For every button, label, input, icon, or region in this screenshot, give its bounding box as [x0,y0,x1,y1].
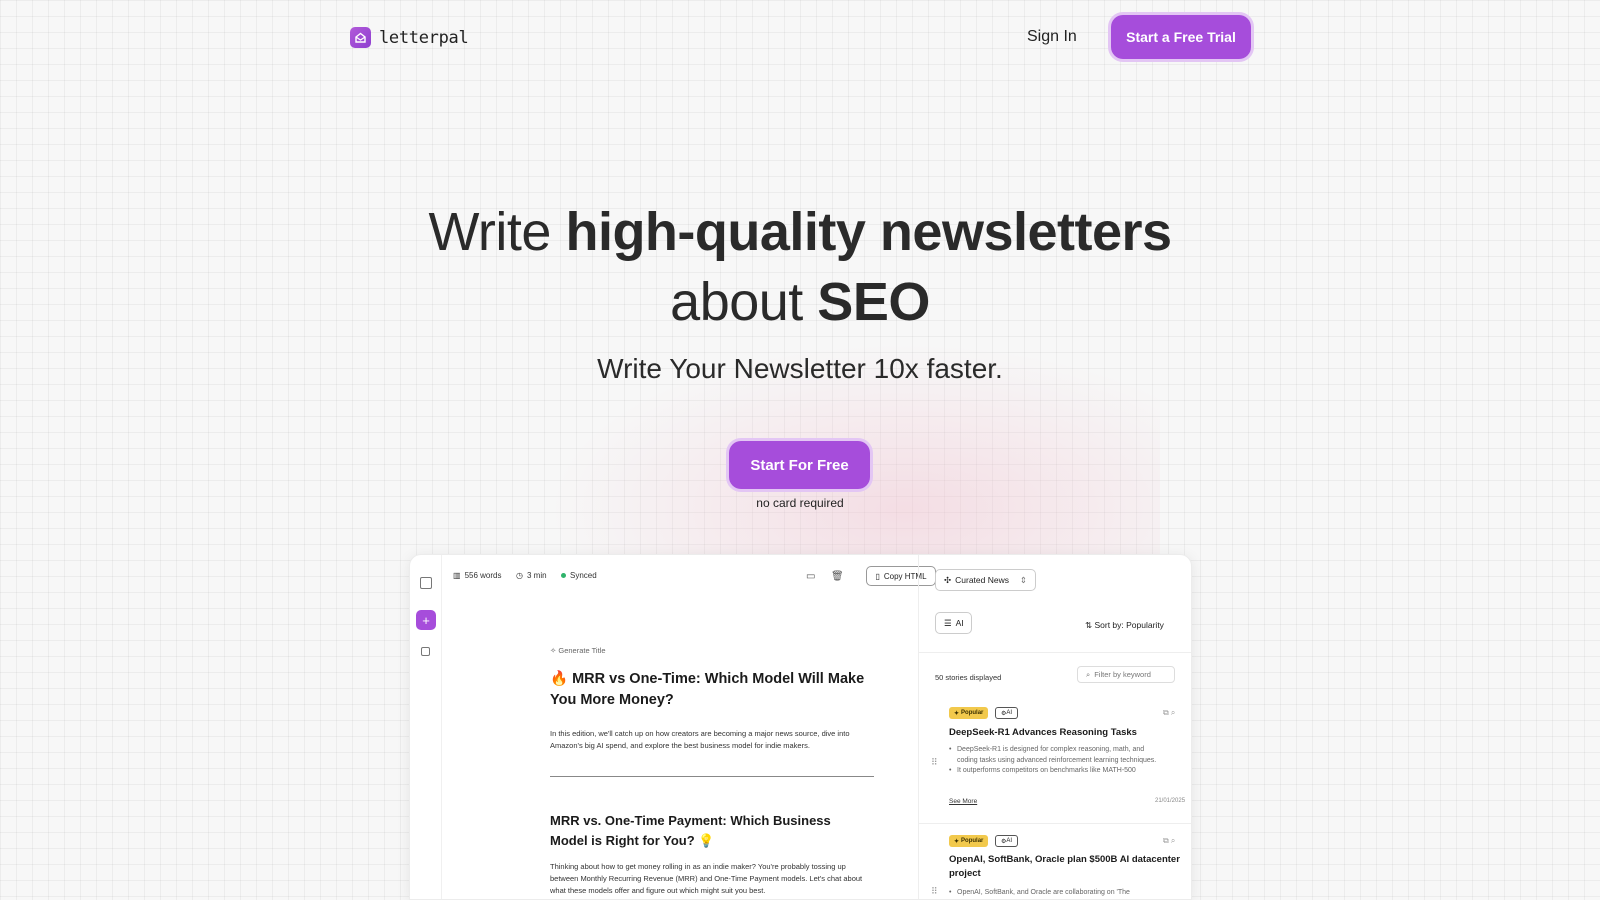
section-heading[interactable]: MRR vs. One-Time Payment: Which Business… [550,811,860,851]
panel-divider [919,652,1191,653]
story-bullet: It outperforms competitors on benchmarks… [949,766,1164,777]
popular-badge: ✦ Popular [949,707,989,719]
start-free-trial-button[interactable]: Start a Free Trial [1111,15,1251,59]
headline-bold-1: high-quality newsletters [565,202,1172,262]
badge-label: Popular [961,710,984,716]
left-rail: + [410,555,442,899]
drag-handle-icon[interactable]: ⠿ [931,886,938,897]
document-icon: ▯ [875,571,880,581]
keyword-filter-input[interactable]: ⌕ Filter by keyword [1077,666,1175,683]
read-time-label: 3 min [526,571,547,580]
sort-label: Sort by: Popularity [1094,620,1164,630]
ai-tag: ⚙ AI [995,835,1019,847]
chevron-updown-icon: ⇕ [1019,574,1027,585]
generate-title-button[interactable]: ✧ Generate Title [550,646,605,655]
hero-headline: Write high-quality newsletters about SEO [0,197,1600,337]
logo-mark-icon [350,27,371,48]
tag-label: AI [1006,710,1013,716]
words-icon: ▥ [453,571,461,580]
story-bullets: DeepSeek-R1 is designed for complex reas… [949,745,1164,777]
story-divider [919,823,1191,824]
topic-label: AI [955,618,964,628]
story-bullet: OpenAI, SoftBank, and Oracle are collabo… [949,888,1164,899]
story-bullet: DeepSeek-R1 is designed for complex reas… [949,745,1164,766]
hero-headline-block: Write high-quality newsletters about SEO [0,197,1600,337]
popular-badge: ✦ Popular [949,835,989,847]
hero-subtitle: Write Your Newsletter 10x faster. [597,353,1003,384]
divider [550,776,874,777]
headline-bold-2: SEO [817,272,930,332]
drag-handle-icon[interactable]: ⠿ [931,757,938,768]
story-bullets: OpenAI, SoftBank, and Oracle are collabo… [949,888,1164,899]
trash-icon[interactable]: 🗑 [831,571,844,582]
preview-icon[interactable]: ▭ [806,571,815,582]
new-document-button[interactable]: + [416,610,436,630]
section-body[interactable]: Thinking about how to get money rolling … [550,861,870,897]
tag-label: AI [1006,838,1013,844]
source-label: Curated News [955,575,1009,585]
external-link-icon[interactable]: ⧉ ⌕ [1163,836,1175,846]
logo-text: letterpal [379,27,469,48]
editor-pane: ▥ 556 words ◷ 3 min Synced ▭ 🗑 ▯ Copy HT… [442,555,936,899]
news-panel: ✣ Curated News ⇕ ☰ AI ⇅ Sort by: Popular… [918,555,1191,899]
story-count: 50 stories displayed [935,673,1002,682]
no-card-note: no card required [756,496,844,510]
badge-label: Popular [961,838,984,844]
headline-part-2: about [670,272,818,332]
sidebar-toggle-icon[interactable] [420,577,432,589]
headline-part-1: Write [428,202,566,262]
word-count-label: 556 words [464,571,502,580]
generate-title-label: Generate Title [558,646,606,655]
logo[interactable]: letterpal [350,27,469,48]
sync-status-label: Synced [570,571,597,580]
story-date: 21/01/2025 [1155,798,1186,804]
topic-filter-ai[interactable]: ☰ AI [935,612,972,634]
source-dropdown[interactable]: ✣ Curated News ⇕ [935,569,1036,591]
external-link-icon[interactable]: ⧉ ⌕ [1163,708,1175,718]
story-title[interactable]: OpenAI, SoftBank, Oracle plan $500B AI d… [949,853,1184,881]
app-preview: + ▥ 556 words ◷ 3 min Synced ▭ 🗑 ▯ Copy … [409,554,1192,900]
ai-tag: ⚙ AI [995,707,1019,719]
sparkle-icon: ✣ [944,574,952,585]
see-more-link[interactable]: See More [949,798,977,805]
sync-status: Synced [561,571,597,580]
read-time: ◷ 3 min [516,571,547,580]
newsletter-title[interactable]: 🔥 MRR vs One-Time: Which Model Will Make… [550,669,870,711]
clock-icon: ◷ [516,571,523,580]
sync-dot-icon [561,573,566,578]
start-for-free-button[interactable]: Start For Free [729,441,870,489]
story-title[interactable]: DeepSeek-R1 Advances Reasoning Tasks [949,726,1184,740]
search-icon: ⌕ [1086,669,1091,679]
newsletter-intro[interactable]: In this edition, we'll catch up on how c… [550,728,870,752]
word-count: ▥ 556 words [453,571,501,580]
filter-placeholder: Filter by keyword [1094,670,1151,679]
grid-icon[interactable] [421,647,430,656]
list-icon: ☰ [944,617,952,628]
sign-in-link[interactable]: Sign In [1027,28,1077,46]
sort-dropdown[interactable]: ⇅ Sort by: Popularity [1085,620,1164,631]
